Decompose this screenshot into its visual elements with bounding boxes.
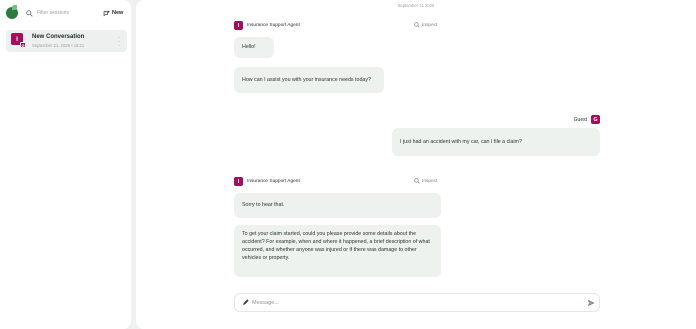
agent-name: Insurance Support Agent xyxy=(247,23,300,28)
inspect-button[interactable]: Inspect xyxy=(414,178,437,184)
chat-panel: September 21 2025 I Insurance Support Ag… xyxy=(136,0,696,329)
inspect-icon xyxy=(414,22,420,28)
guest-avatar: G xyxy=(591,115,600,124)
date-label: September 21 2025 xyxy=(397,3,435,8)
agent-message-bubble: Hello! xyxy=(234,37,274,58)
sidebar: New I G New Conversation September 21, 2… xyxy=(0,0,131,329)
pen-icon xyxy=(243,299,249,305)
search-icon xyxy=(26,9,33,17)
message-composer[interactable] xyxy=(234,293,600,312)
agent-header: I Insurance Support Agent xyxy=(234,21,300,30)
conversation-title: New Conversation xyxy=(32,34,85,40)
inspect-button[interactable]: Inspect xyxy=(414,22,437,28)
agent-message-bubble: How can I assist you with your insurance… xyxy=(234,67,384,93)
guest-name: Guest xyxy=(573,116,587,123)
guest-message-bubble: I just had an accident with my car, can … xyxy=(392,128,600,156)
agent-name: Insurance Support Agent xyxy=(247,179,300,184)
agent-avatar: I xyxy=(234,177,243,186)
inspect-icon xyxy=(414,178,420,184)
more-icon[interactable]: · · · xyxy=(118,35,120,49)
agent-message-bubble: Sorry to hear that. xyxy=(234,193,441,218)
conversation-timestamp: September 21, 2025 • 15:21 xyxy=(32,43,85,48)
new-conversation-button[interactable]: New xyxy=(100,7,126,19)
new-chat-icon xyxy=(103,10,110,16)
agent-message-bubble: To get your claim started, could you ple… xyxy=(234,225,441,277)
conversation-item[interactable]: I G New Conversation September 21, 2025 … xyxy=(6,30,127,52)
new-button-label: New xyxy=(112,10,124,16)
agent-avatar: I xyxy=(234,21,243,30)
send-icon[interactable] xyxy=(587,299,595,307)
agent-header: I Insurance Support Agent xyxy=(234,177,300,186)
inspect-label: Inspect xyxy=(422,178,438,184)
inspect-label: Inspect xyxy=(422,22,438,28)
search-input[interactable] xyxy=(37,10,97,16)
session-search[interactable] xyxy=(23,6,97,20)
message-input[interactable] xyxy=(252,299,587,306)
logo-icon xyxy=(6,5,18,19)
guest-header: Guest G xyxy=(574,115,600,124)
guest-badge: G xyxy=(20,42,26,48)
